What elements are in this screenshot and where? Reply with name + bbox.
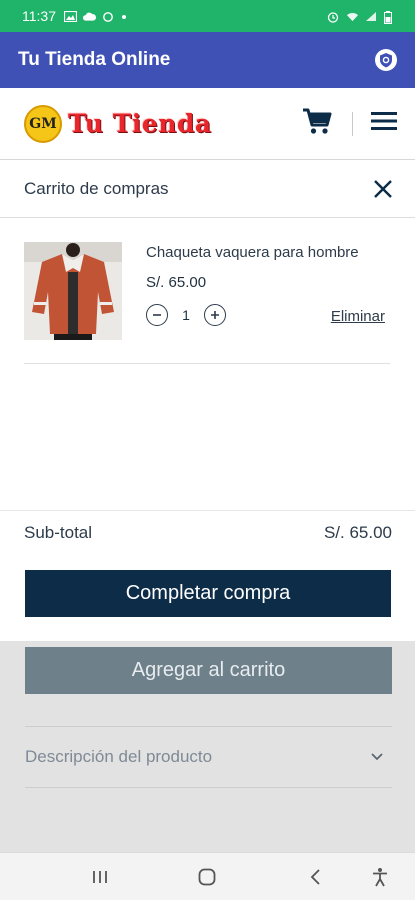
cart-header: Carrito de compras	[0, 160, 415, 218]
item-name[interactable]: Chaqueta vaquera para hombre	[146, 244, 359, 261]
divider	[25, 787, 392, 788]
item-price: S/. 65.00	[146, 274, 207, 291]
quantity-stepper: 1	[146, 304, 226, 326]
product-thumbnail[interactable]	[24, 242, 122, 340]
header-divider	[352, 111, 353, 136]
subtotal-label: Sub-total	[24, 522, 93, 542]
logo-text: Tu Tienda	[68, 109, 212, 138]
cart-title: Carrito de compras	[24, 178, 169, 198]
back-icon[interactable]	[304, 865, 328, 889]
cart-item: Chaqueta vaquera para hombre S/. 65.00 1…	[24, 240, 390, 364]
status-bar: 11:37	[0, 0, 415, 32]
product-description-toggle[interactable]: Descripción del producto	[25, 728, 392, 786]
subtotal-row: Sub-total S/. 65.00	[0, 510, 415, 554]
image-icon	[64, 10, 77, 22]
app-title: Tu Tienda Online	[18, 49, 171, 70]
recent-apps-icon[interactable]	[88, 865, 112, 889]
hamburger-icon[interactable]	[371, 111, 397, 136]
shield-icon[interactable]	[373, 47, 399, 73]
home-icon[interactable]	[195, 865, 219, 889]
complete-purchase-button[interactable]: Completar compra	[25, 570, 391, 617]
status-time: 11:37	[22, 8, 56, 24]
wifi-icon	[346, 11, 359, 22]
dot-icon	[121, 11, 134, 22]
plus-icon[interactable]	[204, 304, 226, 326]
sync-icon	[102, 11, 115, 22]
battery-icon	[384, 10, 397, 24]
minus-icon[interactable]	[146, 304, 168, 326]
cart-icon[interactable]	[302, 107, 332, 140]
site-header: GM Tu Tienda	[0, 88, 415, 160]
quantity-value: 1	[182, 307, 190, 323]
divider	[25, 726, 392, 727]
app-bar: Tu Tienda Online	[0, 32, 415, 88]
cloud-icon	[83, 11, 96, 22]
chevron-down-icon	[368, 748, 386, 766]
logo-badge: GM	[24, 104, 62, 143]
signal-icon	[365, 11, 378, 22]
description-label: Descripción del producto	[25, 747, 213, 766]
system-nav-bar	[0, 852, 415, 900]
subtotal-value: S/. 65.00	[323, 522, 392, 542]
accessibility-icon[interactable]	[368, 865, 392, 889]
add-to-cart-button[interactable]: Agregar al carrito	[25, 647, 392, 694]
remove-link[interactable]: Eliminar	[331, 308, 385, 325]
close-icon[interactable]	[371, 177, 395, 201]
alarm-icon	[327, 11, 340, 23]
